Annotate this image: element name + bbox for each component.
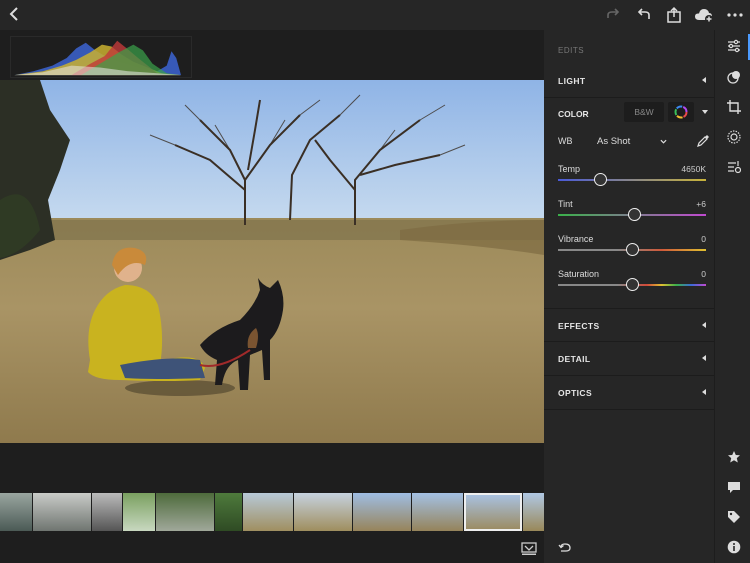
redo-icon[interactable] [604, 6, 622, 24]
top-toolbar [0, 0, 750, 30]
histogram-area [0, 30, 544, 80]
share-icon[interactable] [665, 6, 683, 24]
collapse-arrow-icon [702, 355, 706, 361]
section-light-label: LIGHT [558, 76, 586, 86]
section-optics-label: OPTICS [558, 388, 593, 398]
undo-icon[interactable] [635, 6, 653, 24]
filmstrip-thumb[interactable] [0, 493, 32, 531]
star-icon[interactable] [727, 450, 741, 464]
temp-knob[interactable] [594, 173, 608, 186]
saturation-knob[interactable] [625, 278, 639, 291]
filmstrip-thumb[interactable] [243, 493, 293, 531]
info-icon[interactable] [727, 540, 741, 554]
more-icon[interactable] [726, 6, 744, 24]
eyedropper-icon[interactable] [696, 134, 710, 148]
canvas-background [0, 443, 544, 491]
section-color[interactable]: COLOR B&W [544, 98, 714, 134]
presets-icon[interactable] [727, 70, 741, 84]
vibrance-knob[interactable] [625, 243, 639, 256]
color-wheel-icon [674, 105, 688, 119]
back-chevron-icon[interactable] [6, 5, 24, 23]
tint-label: Tint [558, 199, 573, 209]
histogram [10, 36, 192, 78]
main-photo[interactable] [0, 80, 544, 443]
filmstrip-thumb[interactable] [123, 493, 155, 531]
healing-icon[interactable] [727, 130, 741, 144]
tint-value: +6 [696, 199, 706, 209]
filmstrip-thumb[interactable] [215, 493, 242, 531]
saturation-slider[interactable]: Saturation 0 [544, 269, 714, 303]
section-optics[interactable]: OPTICS [544, 376, 714, 410]
filmstrip-thumb[interactable] [412, 493, 463, 531]
section-effects[interactable]: EFFECTS [544, 308, 714, 342]
vibrance-label: Vibrance [558, 234, 594, 244]
tag-icon[interactable] [727, 510, 741, 524]
saturation-value: 0 [701, 269, 706, 279]
filmstrip-thumb-selected[interactable] [464, 493, 522, 531]
filmstrip-thumb[interactable] [92, 493, 122, 531]
section-effects-label: EFFECTS [558, 321, 600, 331]
filmstrip-thumb[interactable] [33, 493, 91, 531]
section-detail[interactable]: DETAIL [544, 342, 714, 376]
bw-button[interactable]: B&W [624, 102, 664, 122]
chevron-down-icon[interactable] [660, 138, 667, 145]
vibrance-slider[interactable]: Vibrance 0 [544, 234, 714, 268]
filmstrip-thumb[interactable] [353, 493, 411, 531]
reset-icon[interactable] [558, 542, 572, 554]
temp-label: Temp [558, 164, 581, 174]
selective-edit-icon[interactable] [727, 160, 741, 174]
temp-value: 4650K [681, 164, 706, 174]
filmstrip-thumb[interactable] [156, 493, 214, 531]
filmstrip[interactable] [0, 491, 544, 533]
vibrance-value: 0 [701, 234, 706, 244]
bottom-bar [0, 533, 544, 563]
temp-track[interactable] [558, 179, 706, 181]
color-mix-button[interactable] [668, 102, 694, 122]
right-tool-rail [714, 30, 750, 563]
collapse-arrow-icon [702, 389, 706, 395]
filmstrip-thumb[interactable] [523, 493, 544, 531]
section-color-label: COLOR [558, 109, 589, 119]
tint-knob[interactable] [628, 208, 642, 221]
tint-slider[interactable]: Tint +6 [544, 199, 714, 233]
section-light[interactable]: LIGHT [544, 64, 714, 98]
section-detail-label: DETAIL [558, 354, 591, 364]
edits-title: EDITS [558, 46, 585, 55]
filmstrip-thumb[interactable] [294, 493, 352, 531]
adjustments-icon[interactable] [727, 39, 741, 53]
wb-label: WB [558, 136, 573, 146]
color-dropdown-icon[interactable] [702, 110, 708, 114]
wb-select[interactable]: As Shot [597, 136, 630, 147]
collapse-arrow-icon [702, 322, 706, 328]
saturation-label: Saturation [558, 269, 600, 279]
crop-icon[interactable] [727, 100, 741, 114]
white-balance-row: WB As Shot [544, 130, 714, 154]
temp-slider[interactable]: Temp 4650K [544, 164, 714, 198]
comment-icon[interactable] [727, 480, 741, 494]
collapse-arrow-icon [702, 77, 706, 83]
edits-panel: EDITS LIGHT COLOR B&W WB As Shot Temp 46… [544, 30, 714, 563]
filmstrip-toggle-icon[interactable] [521, 542, 537, 556]
cloud-sync-icon[interactable] [694, 6, 714, 24]
